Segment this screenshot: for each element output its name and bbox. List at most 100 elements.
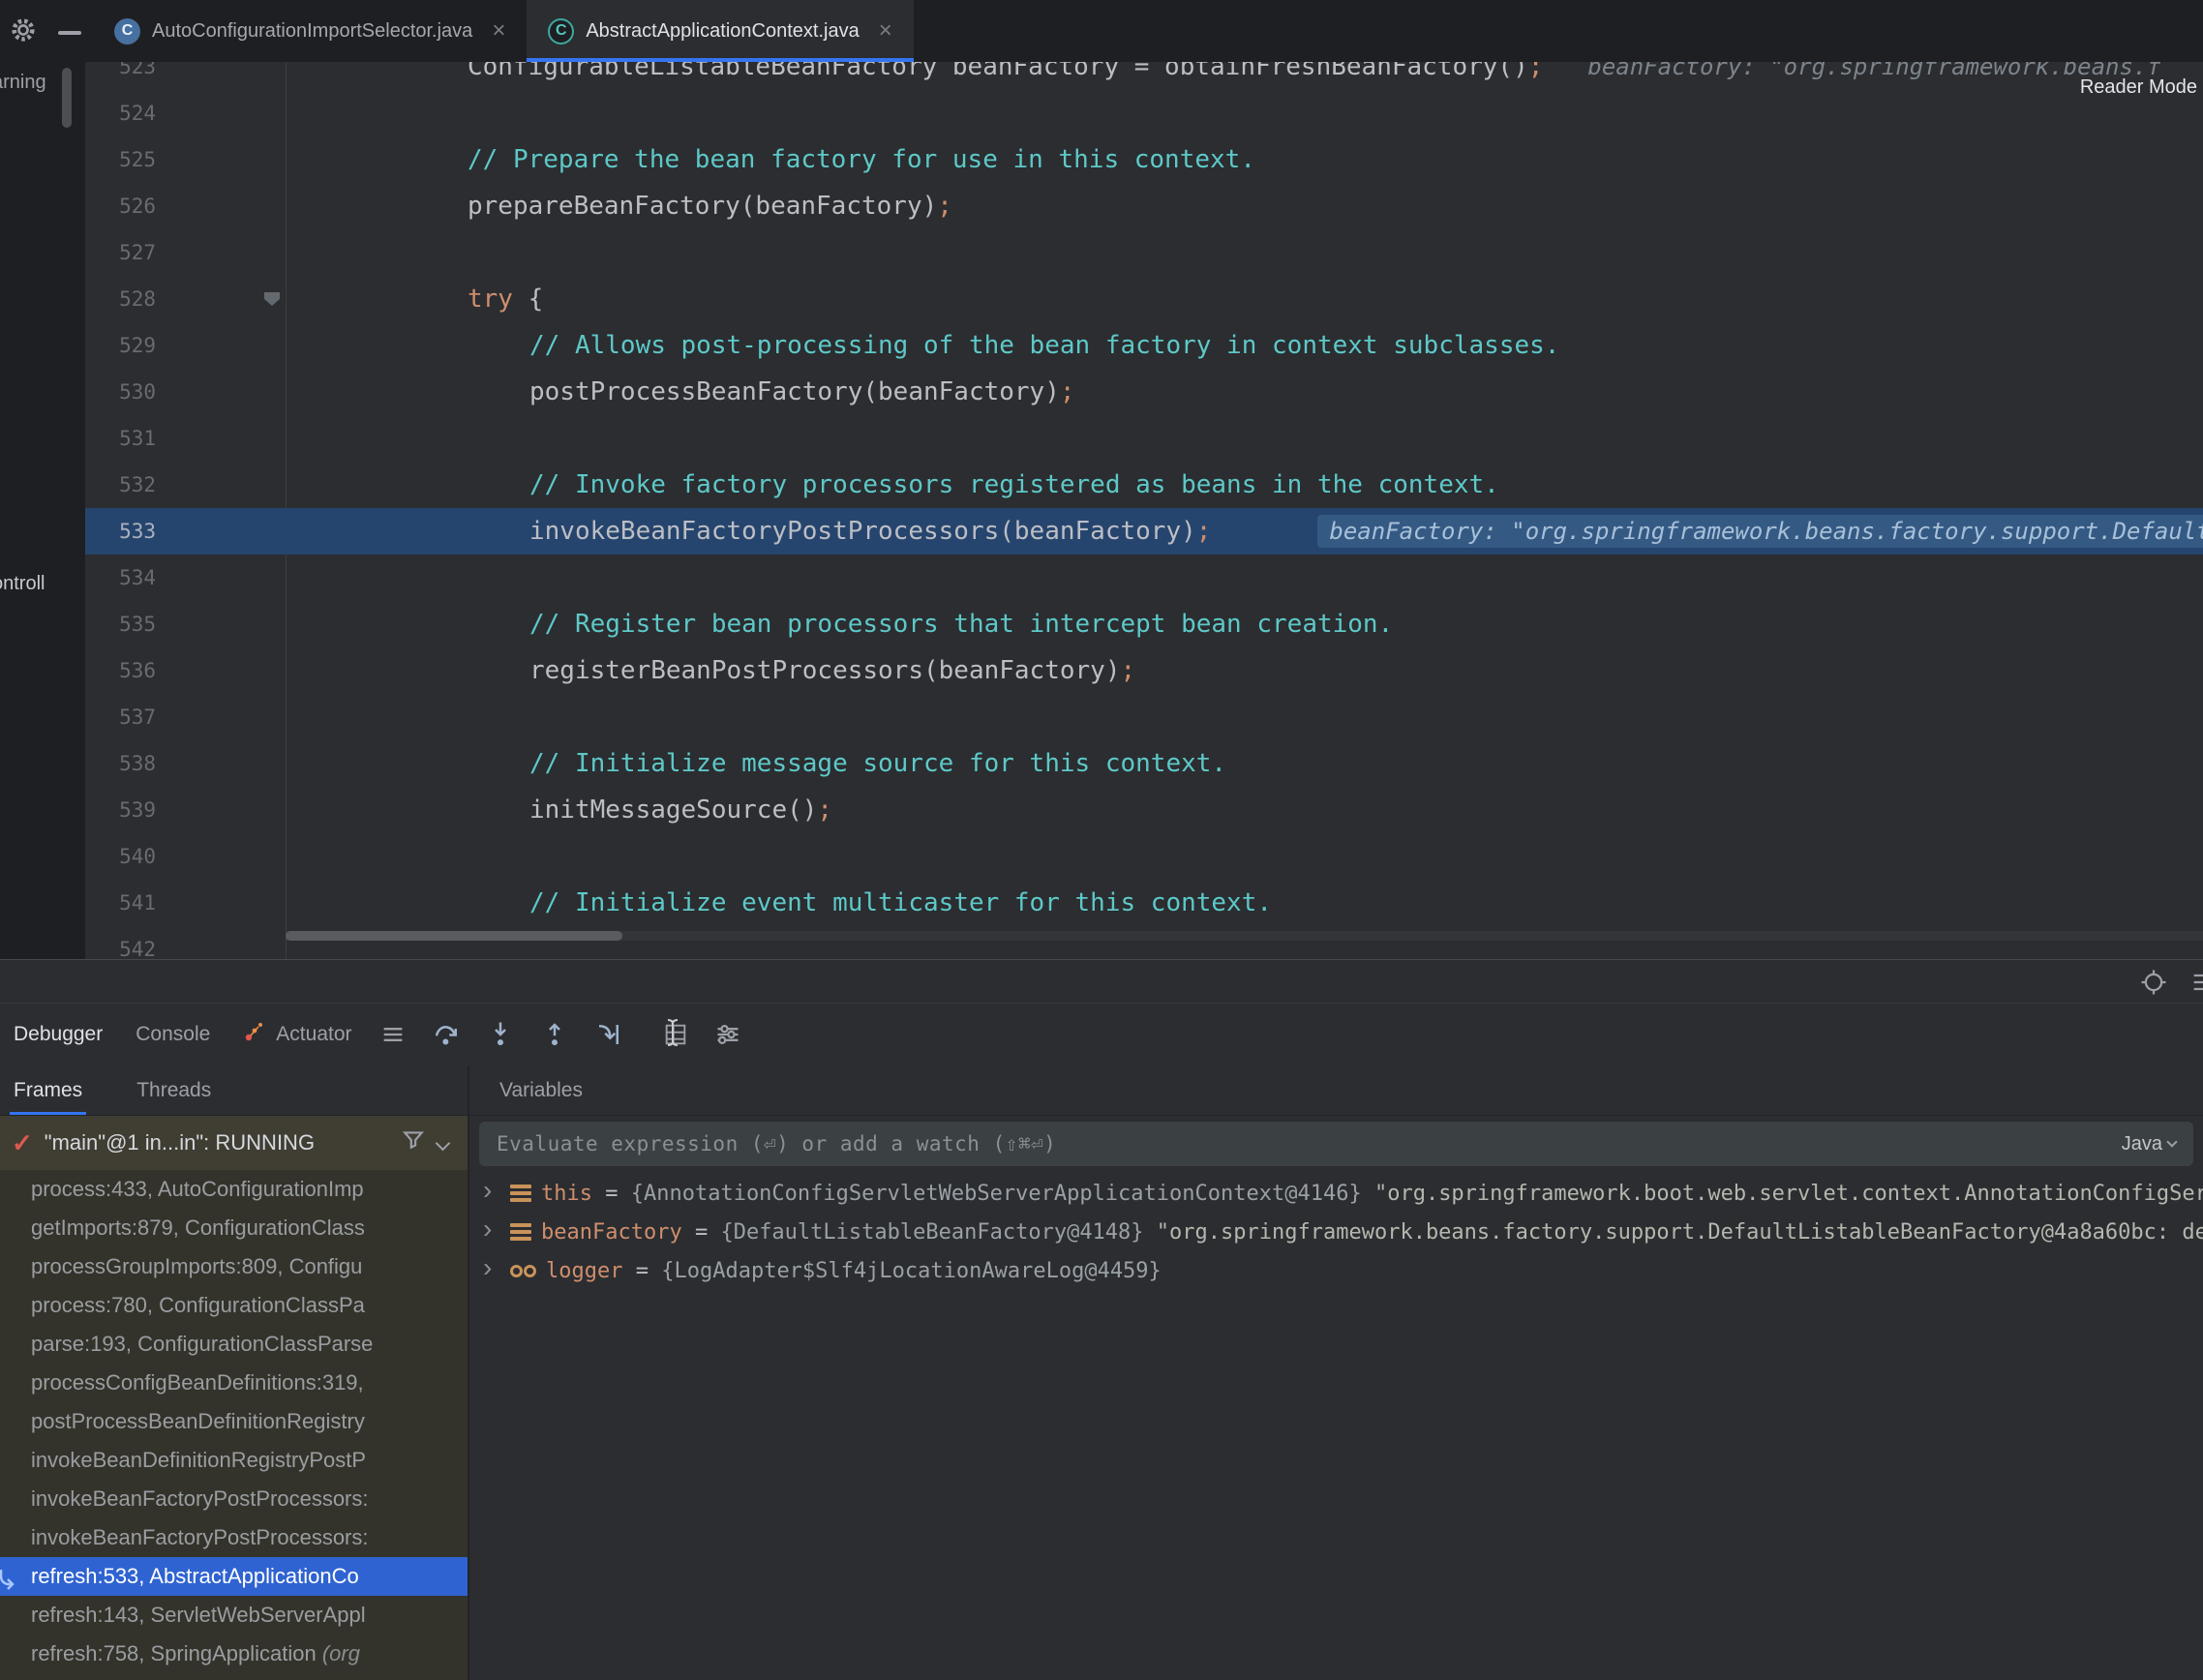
line-number[interactable]: 534 [85, 566, 156, 589]
debug-content: ✓ "main"@1 in...in": RUNNING process:433… [0, 1116, 2203, 1680]
line-number[interactable]: 523 [85, 62, 156, 78]
horizontal-scrollbar[interactable] [286, 931, 2203, 941]
code-token: initMessageSource() [529, 795, 817, 825]
settings-gear-icon[interactable] [8, 15, 39, 50]
stack-frame[interactable]: refresh:143, ServletWebServerAppl [0, 1596, 468, 1635]
gutter [156, 369, 468, 415]
view-tab-threads[interactable]: Threads [133, 1065, 215, 1115]
stack-frame[interactable]: parse:193, ConfigurationClassParse [0, 1325, 468, 1364]
line-number[interactable]: 526 [85, 195, 156, 218]
evaluate-expression-input[interactable]: Evaluate expression (⏎) or add a watch (… [479, 1122, 2193, 1166]
settings-sliders-icon[interactable] [714, 1021, 741, 1048]
filter-icon[interactable] [401, 1127, 426, 1158]
step-into-icon[interactable] [486, 1020, 515, 1049]
stack-frame[interactable]: postProcessBeanDefinitionRegistry [0, 1402, 468, 1441]
line-number[interactable]: 533 [85, 520, 156, 543]
variable-name: beanFactory [541, 1220, 682, 1245]
close-icon[interactable]: × [492, 19, 505, 43]
tool-tab-debugger[interactable]: Debugger [14, 1023, 103, 1046]
expand-chevron-icon[interactable]: › [483, 1177, 500, 1204]
step-out-icon[interactable] [540, 1020, 569, 1049]
stack-frame[interactable]: invokeBeanDefinitionRegistryPostP [0, 1441, 468, 1480]
expand-chevron-icon[interactable]: › [483, 1215, 500, 1243]
line-number[interactable]: 528 [85, 287, 156, 311]
stack-frame[interactable]: refresh:758, SpringApplication (org [0, 1635, 468, 1673]
line-number[interactable]: 529 [85, 334, 156, 357]
code-text: // Prepare the bean factory for use in t… [468, 145, 1255, 174]
line-number[interactable]: 537 [85, 705, 156, 729]
frames-panel: ✓ "main"@1 in...in": RUNNING process:433… [0, 1116, 468, 1680]
editor-tabs: CAutoConfigurationImportSelector.java×CA… [93, 0, 914, 62]
code-line: 533 invokeBeanFactoryPostProcessors(beanF… [85, 508, 2203, 555]
variable-text: beanFactory = {DefaultListableBeanFactor… [541, 1220, 2203, 1245]
code-line: 531 [85, 415, 2203, 462]
code-text: registerBeanPostProcessors(beanFactory); [468, 656, 1135, 685]
menu-icon[interactable] [379, 1021, 407, 1048]
language-selector[interactable]: Java [2122, 1133, 2176, 1155]
tool-tab-console[interactable]: Console [136, 1023, 210, 1046]
tool-tab-label: Console [136, 1023, 210, 1046]
line-number[interactable]: 532 [85, 473, 156, 496]
line-number[interactable]: 539 [85, 798, 156, 822]
line-number[interactable]: 540 [85, 845, 156, 868]
gutter [156, 229, 468, 276]
view-tab-frames[interactable]: Frames [10, 1065, 86, 1115]
code-line: 541// Initialize event multicaster for t… [85, 880, 2203, 926]
frame-label: postProcessBeanDefinitionRegistry [31, 1409, 365, 1433]
expand-chevron-icon[interactable]: › [483, 1254, 500, 1281]
stack-frame[interactable]: invokeBeanFactoryPostProcessors: [0, 1480, 468, 1518]
code-text: // Invoke factory processors registered … [468, 470, 1499, 499]
line-number[interactable]: 535 [85, 613, 156, 636]
line-number[interactable]: 536 [85, 659, 156, 682]
variables-panel: Evaluate expression (⏎) or add a watch (… [468, 1116, 2203, 1680]
code-text: invokeBeanFactoryPostProcessors(beanFact… [468, 515, 2203, 548]
line-number[interactable]: 541 [85, 891, 156, 915]
tool-tab-actuator[interactable]: Actuator [243, 1020, 351, 1049]
chevron-down-icon[interactable] [436, 1135, 451, 1151]
stack-frame[interactable]: process:433, AutoConfigurationImp [0, 1170, 468, 1209]
panel-divider [468, 1065, 469, 1680]
left-panel-scrollbar[interactable] [62, 68, 72, 128]
stack-frame[interactable]: processConfigBeanDefinitions:319, [0, 1364, 468, 1402]
editor-tab[interactable]: CAutoConfigurationImportSelector.java× [93, 0, 527, 62]
line-number[interactable]: 531 [85, 427, 156, 450]
step-out-of-block-icon[interactable] [594, 1020, 623, 1049]
frames-list: process:433, AutoConfigurationImpgetImpo… [0, 1170, 468, 1680]
stack-frame[interactable]: refresh:533, AbstractApplicationCo [0, 1557, 468, 1596]
frame-label: process:780, ConfigurationClassPa [31, 1293, 365, 1317]
clipped-edge-icon [2189, 969, 2203, 1001]
code-line: 535// Register bean processors that inte… [85, 601, 2203, 647]
line-number[interactable]: 542 [85, 938, 156, 959]
variable-row[interactable]: ›this = {AnnotationConfigServletWebServe… [469, 1174, 2203, 1213]
horizontal-scrollbar-thumb[interactable] [286, 931, 622, 941]
line-number[interactable]: 524 [85, 102, 156, 125]
editor-tab[interactable]: CAbstractApplicationContext.java× [527, 0, 913, 62]
evaluate-placeholder: Evaluate expression (⏎) or add a watch (… [497, 1132, 1056, 1155]
stack-frame[interactable]: getImports:879, ConfigurationClass [0, 1209, 468, 1247]
variable-row[interactable]: ›logger = {LogAdapter$Slf4jLocationAware… [469, 1251, 2203, 1290]
left-panel-clipped-text: ontroll [0, 573, 45, 595]
close-icon[interactable]: × [879, 19, 892, 43]
minimize-icon[interactable] [58, 31, 81, 35]
view-tab-variables[interactable]: Variables [496, 1065, 587, 1115]
line-number[interactable]: 525 [85, 148, 156, 171]
reader-mode-label[interactable]: Reader Mode [2080, 76, 2197, 99]
stack-frame[interactable]: processGroupImports:809, Configu [0, 1247, 468, 1286]
code-token: // Allows post-processing of the bean fa… [529, 331, 1559, 360]
step-over-icon[interactable] [432, 1020, 461, 1049]
code-line: 536 registerBeanPostProcessors(beanFactor… [85, 647, 2203, 694]
thread-selector[interactable]: ✓ "main"@1 in...in": RUNNING [0, 1116, 468, 1170]
fold-marker-icon[interactable] [264, 292, 280, 306]
code-line: 525 // Prepare the bean factory for use i… [85, 136, 2203, 183]
field-icon [510, 1265, 536, 1277]
stack-frame[interactable]: invokeBeanFactoryPostProcessors: [0, 1518, 468, 1557]
line-number[interactable]: 538 [85, 752, 156, 775]
code-editor[interactable]: 523ConfigurableListableBeanFactory beanF… [85, 62, 2203, 959]
variable-row[interactable]: › beanFactory = {DefaultListableBeanFacto… [469, 1213, 2203, 1251]
debug-tool-window: Debugger Console Actuator [0, 959, 2203, 1680]
target-crosshair-icon[interactable] [2139, 968, 2168, 1002]
line-number[interactable]: 527 [85, 241, 156, 264]
line-number[interactable]: 530 [85, 380, 156, 404]
stack-frame[interactable]: process:780, ConfigurationClassPa [0, 1286, 468, 1325]
gutter [156, 601, 468, 647]
